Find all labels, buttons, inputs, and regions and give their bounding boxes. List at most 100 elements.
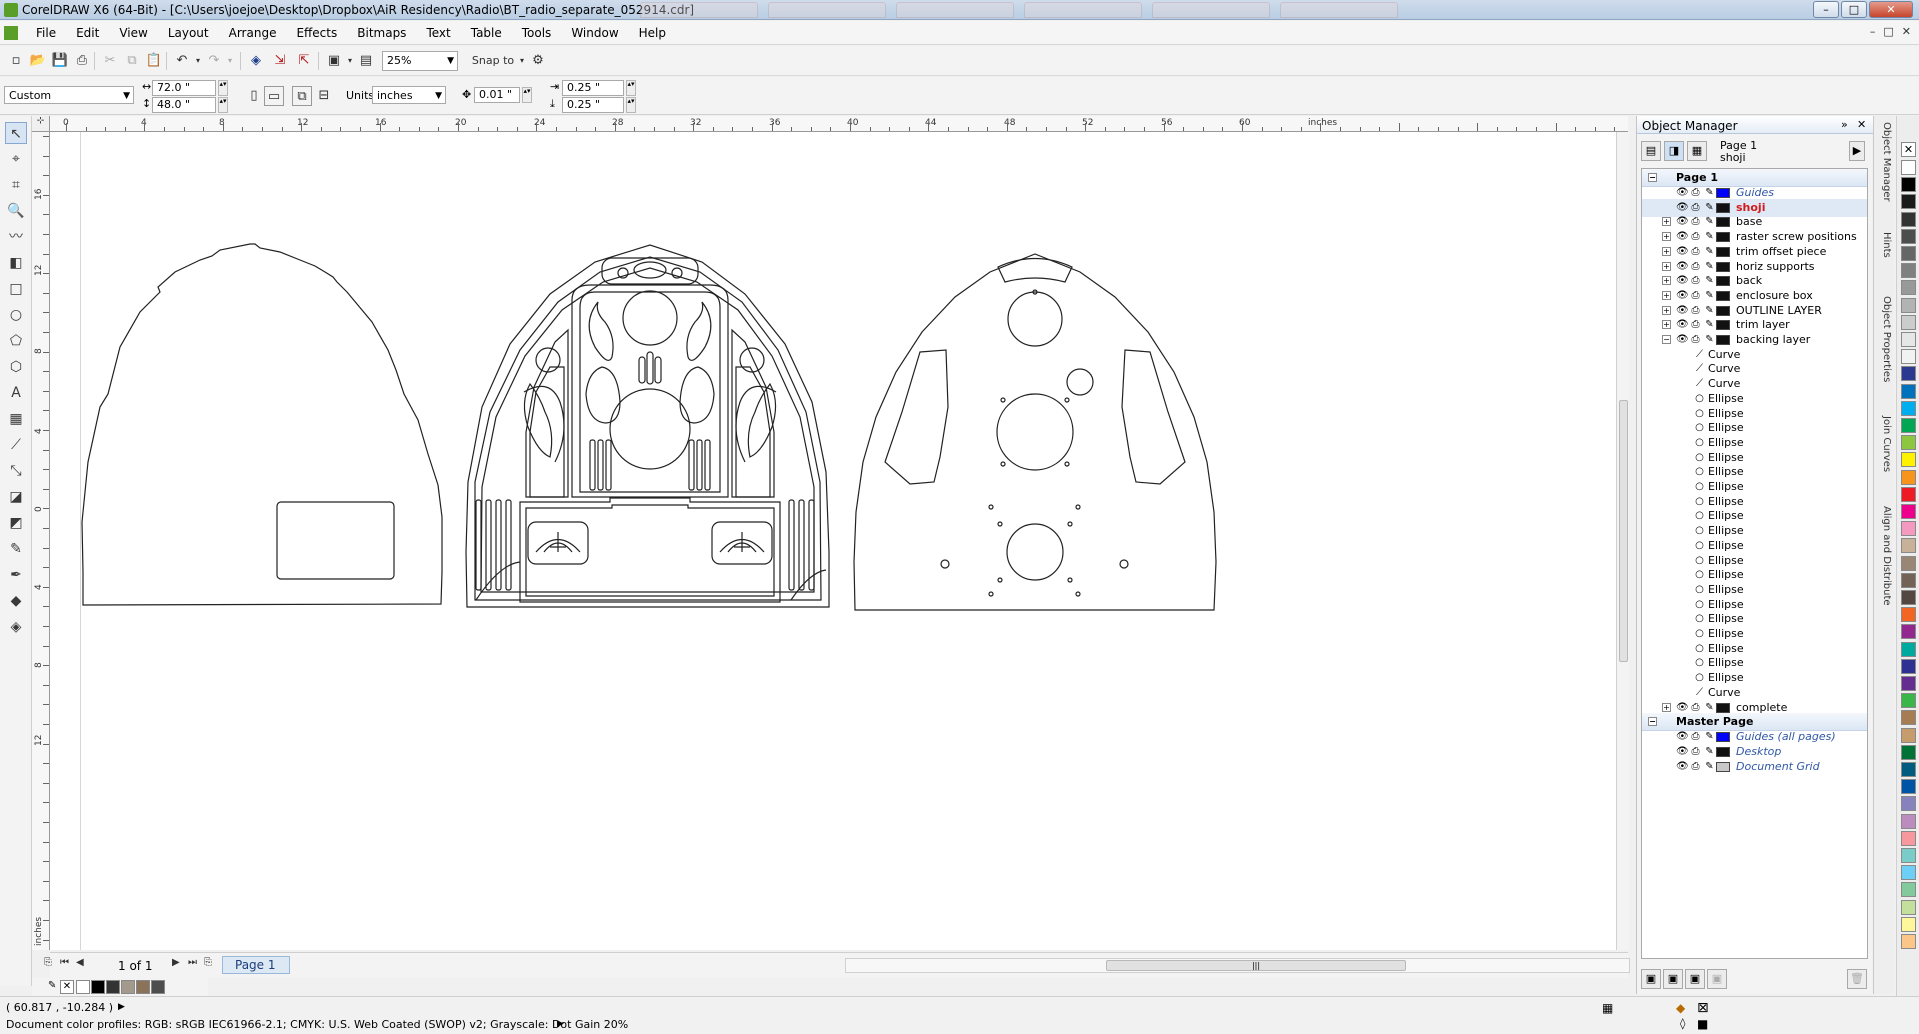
units-combo[interactable]: inches ▼: [372, 86, 446, 104]
palette-swatch[interactable]: [1901, 710, 1916, 726]
horizontal-ruler[interactable]: 04812162024283236404448525660inches: [50, 116, 1628, 132]
palette-swatch[interactable]: [1901, 624, 1916, 640]
docker-tab-align-and-distribute[interactable]: Align and Distribute: [1876, 506, 1892, 606]
print-icon[interactable]: ⎙: [1690, 246, 1701, 257]
page-height-spinner[interactable]: ▴▾: [218, 97, 228, 113]
docker-tab-object-properties[interactable]: Object Properties: [1876, 296, 1892, 382]
doc-close-button[interactable]: ✕: [1902, 25, 1911, 38]
expand-toggle-icon[interactable]: −: [1662, 335, 1671, 344]
eye-icon[interactable]: 👁: [1676, 305, 1689, 316]
palette-swatch[interactable]: [1901, 366, 1916, 382]
expand-toggle-icon[interactable]: +: [1662, 290, 1671, 300]
lock-edit-icon[interactable]: ✎: [1704, 216, 1715, 227]
delete-layer-icon[interactable]: 🗑: [1847, 969, 1867, 989]
add-page-before-icon[interactable]: ⎘: [44, 957, 52, 968]
menu-arrange[interactable]: Arrange: [219, 26, 287, 40]
vertical-scroll-thumb[interactable]: [1619, 400, 1628, 662]
menu-tools[interactable]: Tools: [512, 26, 562, 40]
nudge-distance-field[interactable]: 0.01 ": [474, 87, 520, 103]
lock-edit-icon[interactable]: ✎: [1704, 319, 1715, 330]
print-icon[interactable]: ⎙: [1690, 261, 1701, 272]
palette-swatch[interactable]: [1901, 882, 1916, 898]
nudge-spinner[interactable]: ▴▾: [522, 87, 532, 103]
palette-swatch[interactable]: [1901, 400, 1916, 416]
document-palette-swatch[interactable]: [121, 980, 135, 994]
menu-effects[interactable]: Effects: [286, 26, 347, 40]
document-palette-swatch[interactable]: [106, 980, 120, 994]
layer-color-swatch[interactable]: [1716, 276, 1730, 287]
palette-swatch[interactable]: [1901, 744, 1916, 760]
radio-front-panel[interactable]: [465, 244, 830, 608]
expand-toggle-icon[interactable]: +: [1662, 246, 1671, 256]
duplicate-x-spinner[interactable]: ▴▾: [626, 80, 636, 96]
horizontal-scroll-thumb[interactable]: |||: [1106, 960, 1406, 971]
add-page-after-icon[interactable]: ⎘: [204, 957, 212, 968]
profiles-expand-icon[interactable]: ▶: [557, 1019, 564, 1029]
all-pages-icon[interactable]: ⧉: [292, 86, 312, 106]
palette-swatch[interactable]: [1901, 607, 1916, 623]
page-width-field[interactable]: 72.0 ": [152, 80, 216, 96]
layer-color-swatch[interactable]: [1716, 202, 1730, 213]
document-palette-swatch[interactable]: [136, 980, 150, 994]
new-master-layer-all-icon[interactable]: ▣: [1685, 969, 1705, 989]
expand-toggle-icon[interactable]: +: [1662, 217, 1671, 227]
eye-icon[interactable]: 👁: [1676, 202, 1689, 213]
freehand-tool-icon[interactable]: 〰: [5, 226, 27, 248]
lock-edit-icon[interactable]: ✎: [1704, 231, 1715, 242]
palette-swatch[interactable]: [1901, 314, 1916, 330]
palette-swatch[interactable]: [1901, 418, 1916, 433]
print-icon[interactable]: ⎙: [72, 51, 92, 71]
print-icon[interactable]: ⎙: [1690, 746, 1701, 757]
eye-icon[interactable]: 👁: [1676, 702, 1689, 713]
redo-dropdown-icon[interactable]: ▾: [220, 51, 240, 71]
new-document-icon[interactable]: ▫: [6, 51, 26, 71]
palette-swatch[interactable]: [1901, 848, 1916, 863]
outline-pen-icon[interactable]: ✒: [5, 564, 27, 586]
layer-color-swatch[interactable]: [1716, 246, 1730, 257]
duplicate-x-field[interactable]: 0.25 ": [562, 80, 624, 96]
palette-swatch[interactable]: [1901, 246, 1916, 261]
document-palette-swatch[interactable]: [151, 980, 165, 994]
ruler-origin[interactable]: ⊹: [32, 116, 50, 132]
save-icon[interactable]: 💾: [50, 51, 70, 71]
eye-icon[interactable]: 👁: [1676, 731, 1689, 742]
docker-tab-object-manager[interactable]: Object Manager: [1876, 122, 1892, 202]
palette-swatch[interactable]: [1901, 727, 1916, 743]
palette-swatch[interactable]: [1901, 779, 1916, 795]
print-icon[interactable]: ⎙: [1690, 761, 1701, 772]
lock-edit-icon[interactable]: ✎: [1704, 290, 1715, 301]
radio-back-panel[interactable]: [853, 253, 1217, 611]
duplicate-y-field[interactable]: 0.25 ": [562, 97, 624, 113]
welcome-screen-icon[interactable]: ▤: [356, 51, 376, 71]
palette-swatch[interactable]: [1901, 280, 1916, 296]
ellipse-tool-icon[interactable]: ○: [5, 304, 27, 326]
pick-tool-icon[interactable]: ↖: [5, 122, 27, 144]
landscape-icon[interactable]: ▭: [264, 86, 284, 106]
expand-toggle-icon[interactable]: +: [1662, 320, 1671, 330]
layer-manager-view-icon[interactable]: ▦: [1687, 141, 1707, 161]
palette-swatch[interactable]: [1901, 504, 1916, 519]
vertical-ruler[interactable]: 16 12 8 4 0 4 8 12 inches: [32, 132, 50, 950]
palette-swatch[interactable]: [1901, 676, 1916, 691]
layer-color-swatch[interactable]: [1716, 188, 1730, 198]
document-palette-swatch[interactable]: [91, 980, 105, 994]
lock-edit-icon[interactable]: ✎: [1704, 702, 1715, 713]
fill-tool-icon[interactable]: ◆: [5, 590, 27, 612]
expand-toggle-icon[interactable]: +: [1662, 305, 1671, 315]
lock-edit-icon[interactable]: ✎: [1704, 261, 1715, 272]
eye-icon[interactable]: 👁: [1676, 246, 1689, 257]
menu-window[interactable]: Window: [561, 26, 628, 40]
eye-icon[interactable]: 👁: [1676, 216, 1689, 227]
paste-icon[interactable]: 📋: [144, 51, 164, 71]
eye-icon[interactable]: 👁: [1676, 761, 1689, 772]
eye-icon[interactable]: 👁: [1676, 231, 1689, 242]
layer-color-swatch[interactable]: [1716, 746, 1730, 757]
palette-swatch[interactable]: [1901, 332, 1916, 347]
palette-swatch[interactable]: [1901, 641, 1916, 657]
open-icon[interactable]: 📂: [28, 51, 48, 71]
lock-edit-icon[interactable]: ✎: [1704, 761, 1715, 772]
docker-collapse-icon[interactable]: »: [1841, 118, 1848, 131]
first-page-icon[interactable]: ⏮: [60, 957, 69, 968]
interactive-fill-icon[interactable]: ◈: [5, 616, 27, 638]
lock-edit-icon[interactable]: ✎: [1704, 246, 1715, 257]
